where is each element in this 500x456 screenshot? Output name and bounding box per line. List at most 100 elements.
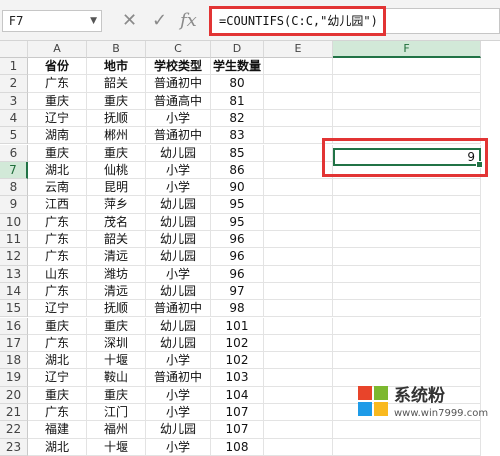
table-cell[interactable]: 湖南 bbox=[28, 127, 87, 145]
row-header[interactable]: 2 bbox=[0, 75, 28, 93]
table-cell[interactable]: 82 bbox=[211, 109, 264, 128]
table-cell[interactable]: 104 bbox=[211, 386, 264, 404]
row-header[interactable]: 6 bbox=[0, 144, 28, 162]
table-cell[interactable] bbox=[333, 75, 481, 93]
table-cell[interactable]: 地市 bbox=[87, 58, 146, 76]
table-cell[interactable] bbox=[333, 265, 481, 283]
table-cell[interactable]: 山东 bbox=[28, 265, 87, 283]
table-cell[interactable] bbox=[264, 386, 333, 404]
column-header[interactable]: D bbox=[211, 41, 264, 58]
row-header[interactable]: 12 bbox=[0, 248, 28, 266]
row-header[interactable]: 9 bbox=[0, 196, 28, 214]
table-cell[interactable] bbox=[264, 248, 333, 266]
table-cell[interactable]: 湖北 bbox=[28, 161, 87, 180]
row-header[interactable]: 4 bbox=[0, 109, 28, 128]
table-cell[interactable]: 广东 bbox=[28, 248, 87, 266]
row-header[interactable]: 8 bbox=[0, 179, 28, 197]
table-cell[interactable]: 96 bbox=[211, 248, 264, 266]
table-cell[interactable]: 广东 bbox=[28, 334, 87, 353]
table-cell[interactable]: 重庆 bbox=[87, 92, 146, 110]
row-header[interactable]: 18 bbox=[0, 352, 28, 370]
table-cell[interactable]: 鞍山 bbox=[87, 369, 146, 387]
table-cell[interactable]: 幼儿园 bbox=[146, 196, 211, 214]
table-cell[interactable]: 小学 bbox=[146, 404, 211, 422]
table-cell[interactable]: 98 bbox=[211, 300, 264, 318]
table-cell[interactable]: 重庆 bbox=[87, 144, 146, 162]
table-cell[interactable]: 90 bbox=[211, 179, 264, 197]
table-cell[interactable] bbox=[264, 282, 333, 301]
table-cell[interactable]: 83 bbox=[211, 127, 264, 145]
table-cell[interactable]: 抚顺 bbox=[87, 300, 146, 318]
table-cell[interactable]: 江西 bbox=[28, 196, 87, 214]
table-cell[interactable]: 幼儿园 bbox=[146, 334, 211, 353]
row-header[interactable]: 14 bbox=[0, 282, 28, 301]
row-header[interactable]: 20 bbox=[0, 386, 28, 404]
table-cell[interactable] bbox=[264, 369, 333, 387]
table-cell[interactable]: 86 bbox=[211, 161, 264, 180]
table-cell[interactable]: 广东 bbox=[28, 404, 87, 422]
table-cell[interactable]: 昆明 bbox=[87, 179, 146, 197]
table-cell[interactable]: 潍坊 bbox=[87, 265, 146, 283]
table-cell[interactable]: 抚顺 bbox=[87, 109, 146, 128]
table-cell[interactable]: 茂名 bbox=[87, 213, 146, 231]
table-cell[interactable] bbox=[333, 282, 481, 301]
table-cell[interactable] bbox=[333, 109, 481, 128]
table-cell[interactable] bbox=[333, 248, 481, 266]
table-cell[interactable]: 十堰 bbox=[87, 352, 146, 370]
table-cell[interactable]: 湖北 bbox=[28, 438, 87, 456]
table-cell[interactable]: 小学 bbox=[146, 109, 211, 128]
column-header[interactable]: C bbox=[146, 41, 211, 58]
table-cell[interactable]: 107 bbox=[211, 404, 264, 422]
table-cell[interactable] bbox=[264, 438, 333, 456]
table-cell[interactable] bbox=[333, 92, 481, 110]
table-cell[interactable]: 韶关 bbox=[87, 75, 146, 93]
confirm-icon[interactable]: ✓ bbox=[152, 10, 167, 32]
table-cell[interactable]: 韶关 bbox=[87, 231, 146, 249]
table-cell[interactable]: 广东 bbox=[28, 75, 87, 93]
table-cell[interactable] bbox=[333, 231, 481, 249]
table-cell[interactable]: 普通初中 bbox=[146, 75, 211, 93]
table-cell[interactable]: 广东 bbox=[28, 213, 87, 231]
row-header[interactable]: 11 bbox=[0, 231, 28, 249]
row-header[interactable]: 13 bbox=[0, 265, 28, 283]
row-header[interactable]: 3 bbox=[0, 92, 28, 110]
table-cell[interactable] bbox=[264, 404, 333, 422]
table-cell[interactable]: 清远 bbox=[87, 282, 146, 301]
cancel-icon[interactable]: ✕ bbox=[122, 10, 137, 32]
table-cell[interactable]: 幼儿园 bbox=[146, 282, 211, 301]
table-cell[interactable]: 重庆 bbox=[87, 317, 146, 335]
table-cell[interactable]: 幼儿园 bbox=[146, 213, 211, 231]
table-cell[interactable]: 广东 bbox=[28, 282, 87, 301]
table-cell[interactable] bbox=[264, 352, 333, 370]
table-cell[interactable]: 福州 bbox=[87, 421, 146, 439]
table-cell[interactable] bbox=[264, 265, 333, 283]
table-cell[interactable]: 95 bbox=[211, 196, 264, 214]
table-cell[interactable]: 辽宁 bbox=[28, 369, 87, 387]
table-cell[interactable] bbox=[264, 109, 333, 128]
row-header[interactable]: 23 bbox=[0, 438, 28, 456]
table-cell[interactable] bbox=[264, 334, 333, 353]
table-cell[interactable]: 96 bbox=[211, 265, 264, 283]
table-cell[interactable] bbox=[264, 196, 333, 214]
table-cell[interactable]: 小学 bbox=[146, 438, 211, 456]
table-cell[interactable]: 萍乡 bbox=[87, 196, 146, 214]
table-cell[interactable] bbox=[264, 92, 333, 110]
table-cell[interactable]: 重庆 bbox=[28, 386, 87, 404]
table-cell[interactable] bbox=[264, 58, 333, 76]
table-cell[interactable]: 幼儿园 bbox=[146, 421, 211, 439]
table-cell[interactable]: 湖北 bbox=[28, 352, 87, 370]
table-cell[interactable]: 辽宁 bbox=[28, 109, 87, 128]
table-cell[interactable]: 清远 bbox=[87, 248, 146, 266]
row-header[interactable]: 1 bbox=[0, 58, 28, 76]
table-cell[interactable] bbox=[333, 179, 481, 197]
table-cell[interactable]: 云南 bbox=[28, 179, 87, 197]
table-cell[interactable] bbox=[264, 179, 333, 197]
table-cell[interactable]: 101 bbox=[211, 317, 264, 335]
table-cell[interactable]: 省份 bbox=[28, 58, 87, 76]
table-cell[interactable] bbox=[264, 300, 333, 318]
table-cell[interactable]: 97 bbox=[211, 282, 264, 301]
table-cell[interactable]: 幼儿园 bbox=[146, 144, 211, 162]
column-header[interactable]: F bbox=[333, 41, 481, 58]
row-header[interactable]: 22 bbox=[0, 421, 28, 439]
table-cell[interactable]: 辽宁 bbox=[28, 300, 87, 318]
